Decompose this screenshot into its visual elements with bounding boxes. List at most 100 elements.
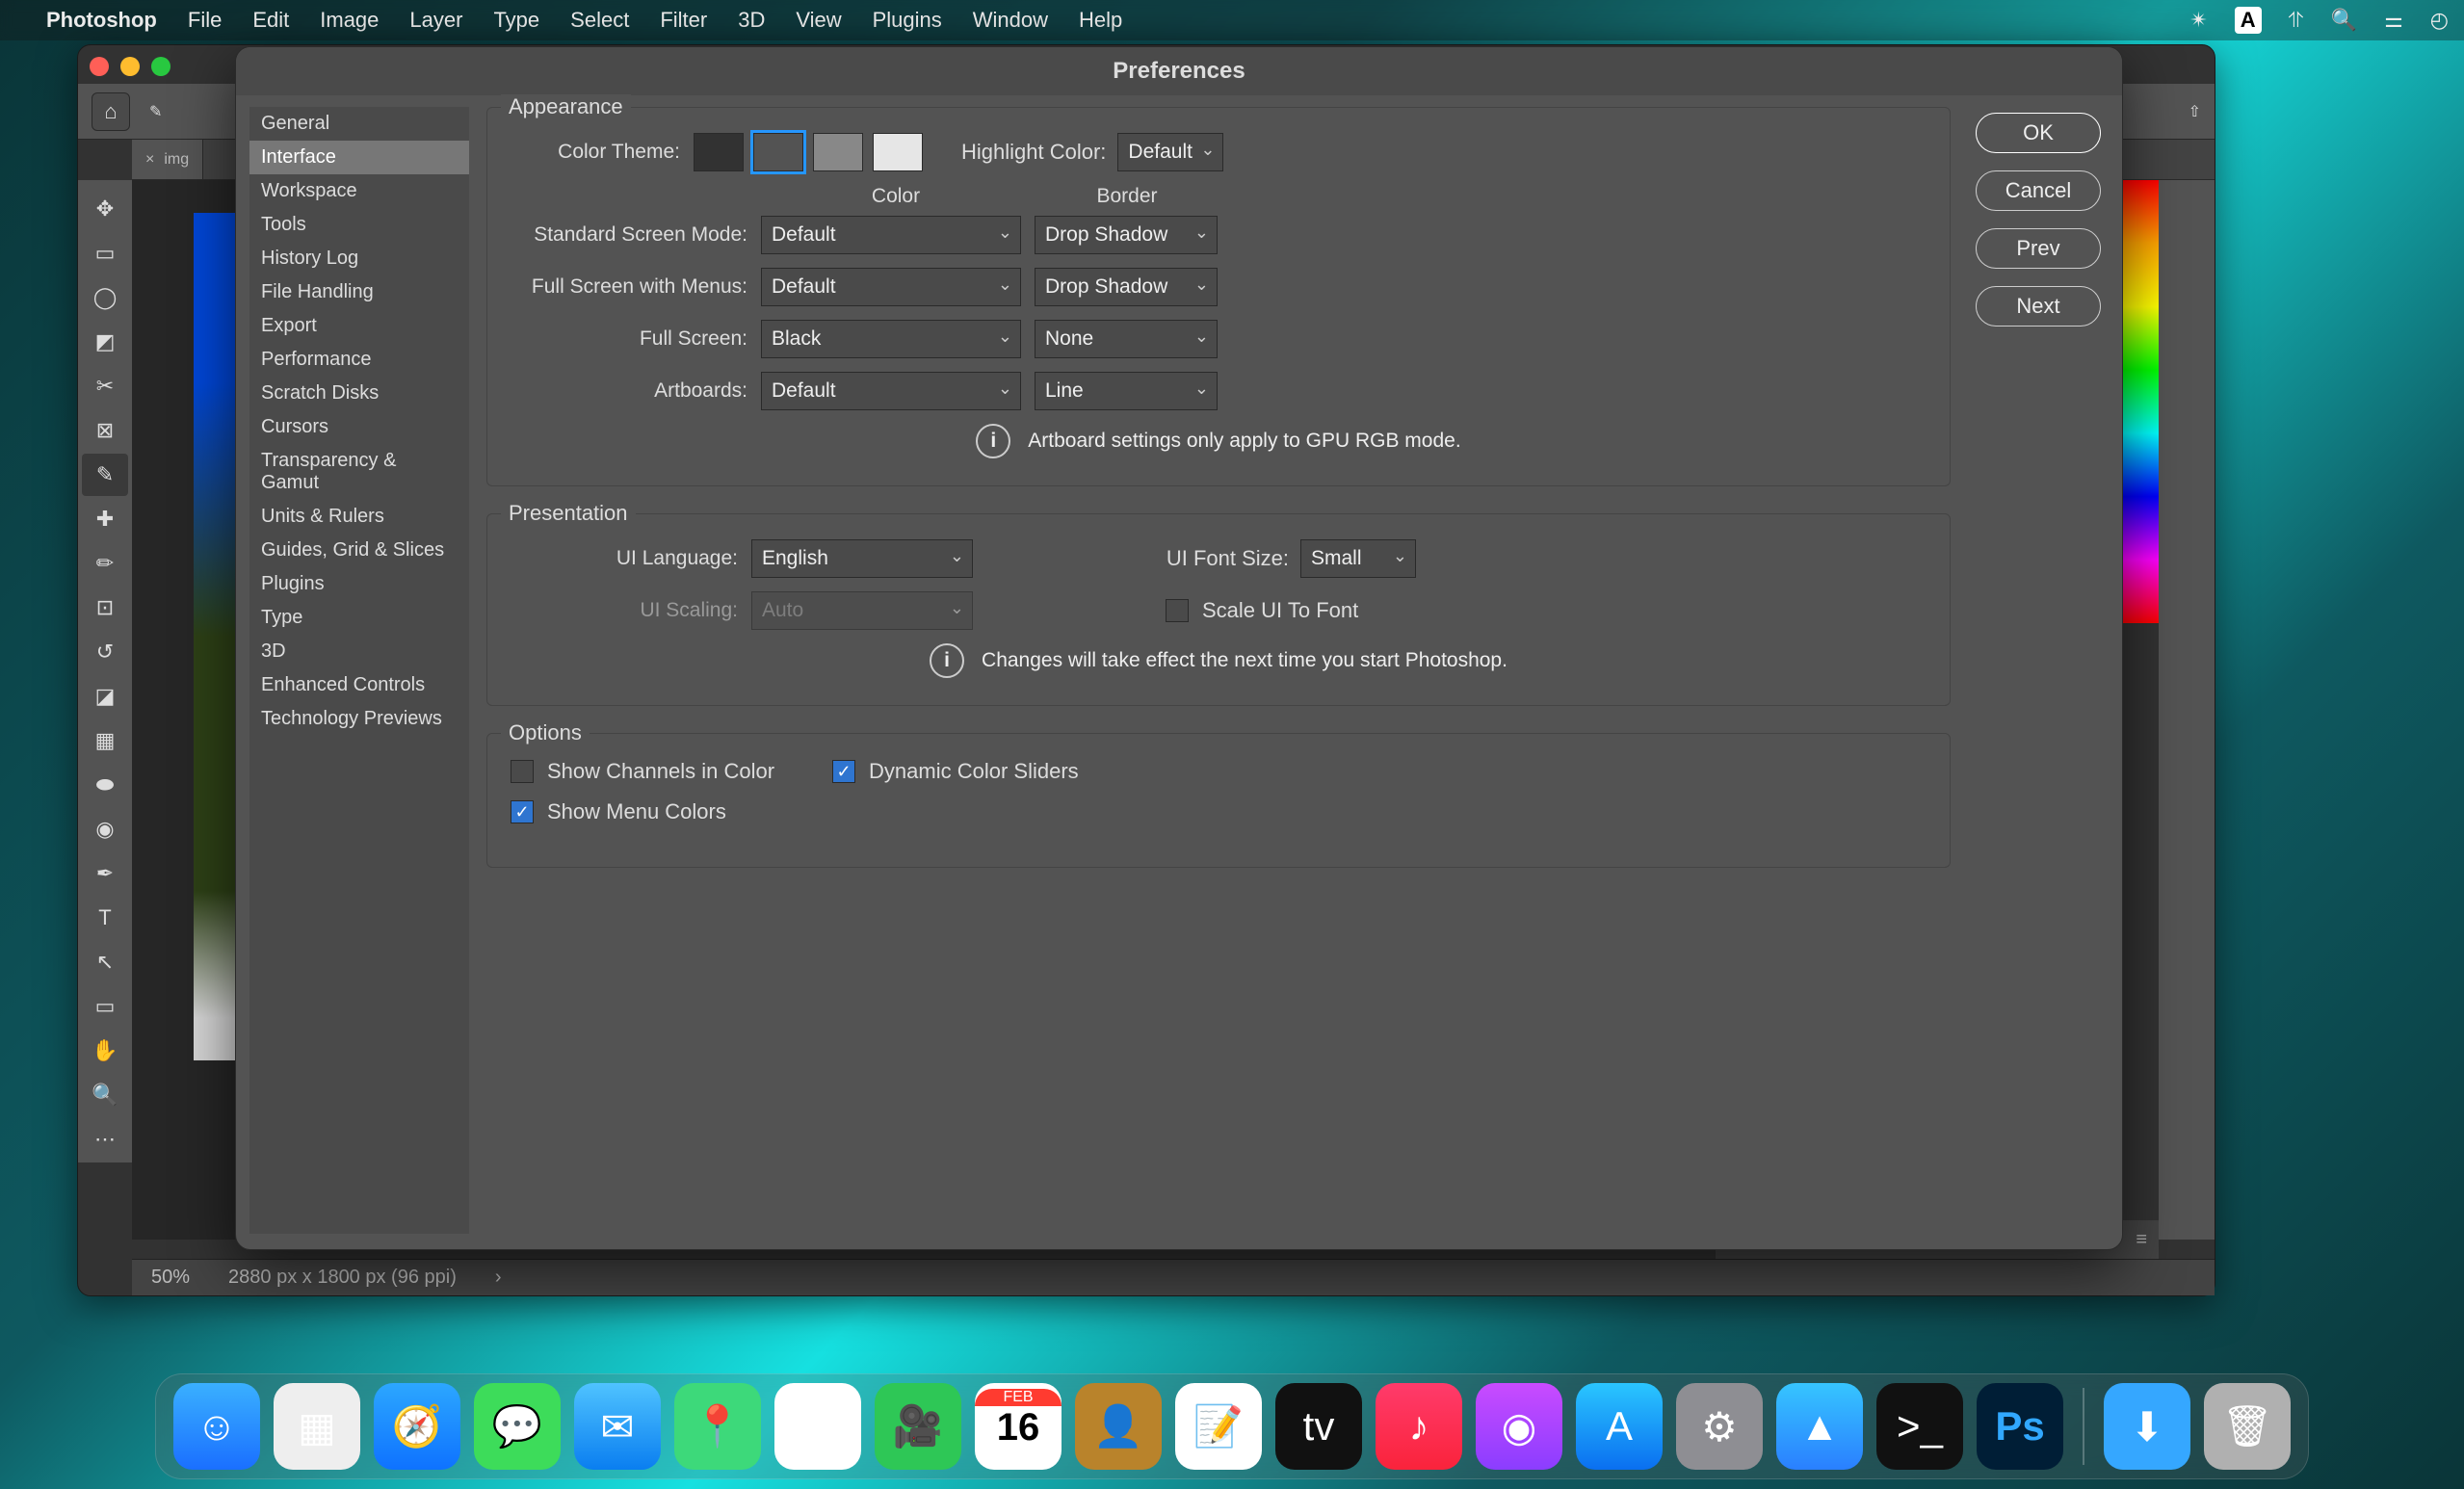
standard-screen-color-select[interactable]: Default <box>761 216 1021 254</box>
menu-file[interactable]: File <box>188 8 222 33</box>
dock-trash-icon[interactable]: 🗑 <box>2204 1383 2291 1470</box>
dock-photoshop-icon[interactable]: Ps <box>1977 1383 2063 1470</box>
gradient-tool[interactable]: ▦ <box>82 719 128 762</box>
zoom-button[interactable] <box>151 57 170 76</box>
sidebar-item-enhanced[interactable]: Enhanced Controls <box>249 668 469 702</box>
dock-photos-icon[interactable]: ✿ <box>774 1383 861 1470</box>
minimize-button[interactable] <box>120 57 140 76</box>
sidebar-item-plugins[interactable]: Plugins <box>249 567 469 601</box>
menu-filter[interactable]: Filter <box>660 8 707 33</box>
edit-toolbar[interactable]: ⋯ <box>82 1118 128 1161</box>
menu-help[interactable]: Help <box>1079 8 1122 33</box>
sidebar-item-type[interactable]: Type <box>249 601 469 635</box>
share-icon[interactable]: ⇧ <box>2189 102 2201 121</box>
dock-settings-icon[interactable]: ⚙ <box>1676 1383 1763 1470</box>
dock-podcasts-icon[interactable]: ◉ <box>1476 1383 1562 1470</box>
theme-swatch-darkest[interactable] <box>694 133 744 171</box>
dock-notes-icon[interactable]: 📝 <box>1175 1383 1262 1470</box>
control-center-icon[interactable]: ⚌ <box>2384 8 2403 33</box>
menu-type[interactable]: Type <box>493 8 539 33</box>
move-tool[interactable]: ✥ <box>82 188 128 230</box>
sidebar-item-workspace[interactable]: Workspace <box>249 174 469 208</box>
menu-layer[interactable]: Layer <box>409 8 462 33</box>
fullscreen-menus-color-select[interactable]: Default <box>761 268 1021 306</box>
menu-3d[interactable]: 3D <box>738 8 765 33</box>
status-extra-icon[interactable]: ✴ <box>2189 8 2207 33</box>
clock-icon[interactable]: ◴ <box>2430 8 2449 33</box>
theme-swatch-dark[interactable] <box>753 133 803 171</box>
sidebar-item-tech-previews[interactable]: Technology Previews <box>249 702 469 736</box>
dock-downloads-icon[interactable]: ⬇ <box>2104 1383 2190 1470</box>
hand-tool[interactable]: ✋ <box>82 1030 128 1072</box>
home-icon[interactable]: ⌂ <box>92 92 130 131</box>
quick-select-tool[interactable]: ◩ <box>82 321 128 363</box>
app-name[interactable]: Photoshop <box>46 8 157 33</box>
path-select-tool[interactable]: ↖ <box>82 941 128 983</box>
tab-close-icon[interactable]: × <box>145 151 154 169</box>
sidebar-item-export[interactable]: Export <box>249 309 469 343</box>
dock-appletv-icon[interactable]: tv <box>1275 1383 1362 1470</box>
sidebar-item-units[interactable]: Units & Rulers <box>249 500 469 534</box>
sidebar-item-history-log[interactable]: History Log <box>249 242 469 275</box>
sidebar-item-performance[interactable]: Performance <box>249 343 469 377</box>
menu-select[interactable]: Select <box>570 8 629 33</box>
fullscreen-color-select[interactable]: Black <box>761 320 1021 358</box>
highlight-color-select[interactable]: Default <box>1117 133 1223 171</box>
fullscreen-menus-border-select[interactable]: Drop Shadow <box>1035 268 1218 306</box>
frame-tool[interactable]: ⊠ <box>82 409 128 452</box>
show-menu-colors-checkbox[interactable]: ✓ <box>511 800 534 823</box>
sidebar-item-general[interactable]: General <box>249 107 469 141</box>
ui-language-select[interactable]: English <box>751 539 973 578</box>
dodge-tool[interactable]: ◉ <box>82 808 128 850</box>
eraser-tool[interactable]: ◪ <box>82 675 128 718</box>
sidebar-item-transparency[interactable]: Transparency & Gamut <box>249 444 469 500</box>
theme-swatch-light[interactable] <box>813 133 863 171</box>
dock-music-icon[interactable]: ♪ <box>1376 1383 1462 1470</box>
sidebar-item-cursors[interactable]: Cursors <box>249 410 469 444</box>
artboards-border-select[interactable]: Line <box>1035 372 1218 410</box>
dock-contacts-icon[interactable]: 👤 <box>1075 1383 1162 1470</box>
cancel-button[interactable]: Cancel <box>1976 170 2101 211</box>
shape-tool[interactable]: ▭ <box>82 985 128 1028</box>
standard-screen-border-select[interactable]: Drop Shadow <box>1035 216 1218 254</box>
dock-safari-icon[interactable]: 🧭 <box>374 1383 460 1470</box>
document-tab[interactable]: × img <box>132 140 203 179</box>
pen-tool[interactable]: ✒ <box>82 852 128 895</box>
dock-calendar-icon[interactable]: FEB 16 <box>975 1383 1062 1470</box>
dock-messages-icon[interactable]: 💬 <box>474 1383 561 1470</box>
fullscreen-border-select[interactable]: None <box>1035 320 1218 358</box>
eyedropper-icon[interactable]: ✎ <box>149 102 162 121</box>
show-channels-checkbox[interactable] <box>511 760 534 783</box>
dynamic-sliders-checkbox[interactable]: ✓ <box>832 760 855 783</box>
brush-tool[interactable]: ✏ <box>82 542 128 585</box>
menu-window[interactable]: Window <box>973 8 1048 33</box>
dock-app-icon[interactable]: ▲ <box>1776 1383 1863 1470</box>
status-chevron-icon[interactable]: › <box>495 1267 502 1289</box>
menu-view[interactable]: View <box>796 8 841 33</box>
close-button[interactable] <box>90 57 109 76</box>
dock-facetime-icon[interactable]: 🎥 <box>875 1383 961 1470</box>
sidebar-item-3d[interactable]: 3D <box>249 635 469 668</box>
eyedropper-tool[interactable]: ✎ <box>82 454 128 496</box>
artboards-color-select[interactable]: Default <box>761 372 1021 410</box>
wifi-icon[interactable]: ⥣ <box>2289 8 2304 33</box>
dock-appstore-icon[interactable]: A <box>1576 1383 1663 1470</box>
crop-tool[interactable]: ✂ <box>82 365 128 407</box>
sidebar-item-scratch-disks[interactable]: Scratch Disks <box>249 377 469 410</box>
menu-plugins[interactable]: Plugins <box>873 8 942 33</box>
type-tool[interactable]: T <box>82 897 128 939</box>
keyboard-input-icon[interactable]: A <box>2235 7 2262 34</box>
zoom-level[interactable]: 50% <box>151 1267 190 1289</box>
theme-swatch-lightest[interactable] <box>873 133 923 171</box>
sidebar-item-tools[interactable]: Tools <box>249 208 469 242</box>
sidebar-item-file-handling[interactable]: File Handling <box>249 275 469 309</box>
menu-edit[interactable]: Edit <box>252 8 289 33</box>
blur-tool[interactable]: ⬬ <box>82 764 128 806</box>
zoom-tool[interactable]: 🔍 <box>82 1074 128 1116</box>
ok-button[interactable]: OK <box>1976 113 2101 153</box>
color-panel[interactable] <box>2120 180 2159 623</box>
dock-mail-icon[interactable]: ✉ <box>574 1383 661 1470</box>
dock-finder-icon[interactable]: ☺ <box>173 1383 260 1470</box>
sidebar-item-interface[interactable]: Interface <box>249 141 469 174</box>
panel-menu-icon[interactable]: ≡ <box>2136 1229 2147 1251</box>
